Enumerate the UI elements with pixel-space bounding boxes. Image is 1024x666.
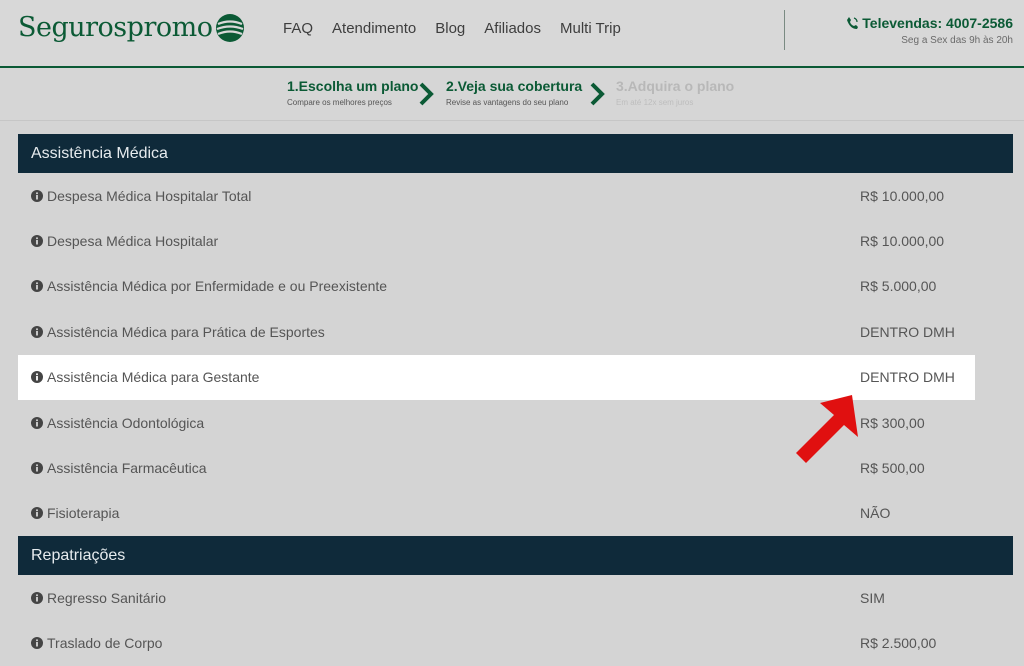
info-icon[interactable] <box>31 235 43 248</box>
chevron-right-icon <box>590 82 605 106</box>
step-2-title: 2.Veja sua cobertura <box>446 78 583 94</box>
row-value: R$ 500,00 <box>860 460 925 477</box>
info-icon[interactable] <box>31 371 43 384</box>
step-2-subtitle: Revise as vantagens do seu plano <box>446 98 569 107</box>
nav-atendimento[interactable]: Atendimento <box>332 20 416 37</box>
row-value: R$ 2.500,00 <box>860 635 937 652</box>
phone-number[interactable]: Televendas: 4007-2586 <box>862 15 1013 31</box>
row-label: Assistência Farmacêutica <box>47 460 207 477</box>
row-value: NÃO <box>860 505 891 522</box>
info-icon[interactable] <box>31 507 43 520</box>
phone-hours: Seg a Sex das 9h às 20h <box>901 35 1013 46</box>
table-row: Traslado de Corpo R$ 2.500,00 <box>18 621 1013 666</box>
step-1[interactable]: 1.Escolha um plano Compare os melhores p… <box>287 78 418 107</box>
step-1-subtitle: Compare os melhores preços <box>287 98 392 107</box>
row-label: Assistência Médica para Prática de Espor… <box>47 323 325 340</box>
table-row: Despesa Médica Hospitalar R$ 10.000,00 <box>18 218 1013 263</box>
table-row: Assistência Médica por Enfermidade e ou … <box>18 264 1013 309</box>
row-value: R$ 5.000,00 <box>860 278 937 295</box>
logo-text: Segurospromo <box>18 12 213 43</box>
table-row: Assistência Médica para Prática de Espor… <box>18 309 1013 354</box>
row-label: Fisioterapia <box>47 505 120 522</box>
red-arrow-icon <box>796 395 858 463</box>
phone-contact: Televendas: 4007-2586 Seg a Sex das 9h à… <box>846 15 1013 46</box>
row-label: Assistência Odontológica <box>47 414 205 431</box>
step-3-title: 3.Adquira o plano <box>616 78 735 94</box>
logo[interactable]: Segurospromo <box>18 12 245 43</box>
chevron-right-icon <box>419 82 434 106</box>
table-row: Regresso Sanitário SIM <box>18 575 1013 620</box>
info-icon[interactable] <box>31 189 43 202</box>
table-row: Fisioterapia NÃO <box>18 491 1013 536</box>
info-icon[interactable] <box>31 637 43 650</box>
row-value: R$ 10.000,00 <box>860 187 945 204</box>
row-value: R$ 10.000,00 <box>860 233 945 250</box>
nav-multi-trip[interactable]: Multi Trip <box>560 20 621 37</box>
site-header: Segurospromo FAQ Atendimento Blog Afilia… <box>0 0 1024 68</box>
info-icon[interactable] <box>31 416 43 429</box>
row-value: R$ 300,00 <box>860 414 925 431</box>
row-label: Regresso Sanitário <box>47 589 167 606</box>
row-value: DENTRO DMH <box>860 323 955 340</box>
row-label: Assistência Médica para Gestante <box>47 369 260 386</box>
row-label: Despesa Médica Hospitalar Total <box>47 187 252 204</box>
checkout-steps: 1.Escolha um plano Compare os melhores p… <box>0 68 1024 121</box>
step-3-subtitle: Em até 12x sem juros <box>616 98 694 107</box>
row-label: Assistência Médica por Enfermidade e ou … <box>47 278 388 295</box>
row-value: DENTRO DMH <box>860 369 955 386</box>
main-nav: FAQ Atendimento Blog Afiliados Multi Tri… <box>283 20 640 37</box>
section-header-repatriacoes: Repatriações <box>18 536 1013 576</box>
row-value: SIM <box>860 589 885 606</box>
info-icon[interactable] <box>31 591 43 604</box>
header-divider <box>784 10 785 50</box>
info-icon[interactable] <box>31 325 43 338</box>
nav-faq[interactable]: FAQ <box>283 20 313 37</box>
info-icon[interactable] <box>31 462 43 475</box>
nav-afiliados[interactable]: Afiliados <box>484 20 541 37</box>
row-label: Traslado de Corpo <box>47 635 163 652</box>
step-3: 3.Adquira o plano Em até 12x sem juros <box>616 78 734 107</box>
step-2[interactable]: 2.Veja sua cobertura Revise as vantagens… <box>446 78 582 107</box>
globe-icon <box>216 13 245 42</box>
row-label: Despesa Médica Hospitalar <box>47 233 219 250</box>
nav-blog[interactable]: Blog <box>435 20 465 37</box>
section-header-assistencia-medica: Assistência Médica <box>18 134 1013 173</box>
phone-icon <box>847 17 859 29</box>
table-row: Despesa Médica Hospitalar Total R$ 10.00… <box>18 173 1013 218</box>
info-icon[interactable] <box>31 280 43 293</box>
step-1-title: 1.Escolha um plano <box>287 78 419 94</box>
